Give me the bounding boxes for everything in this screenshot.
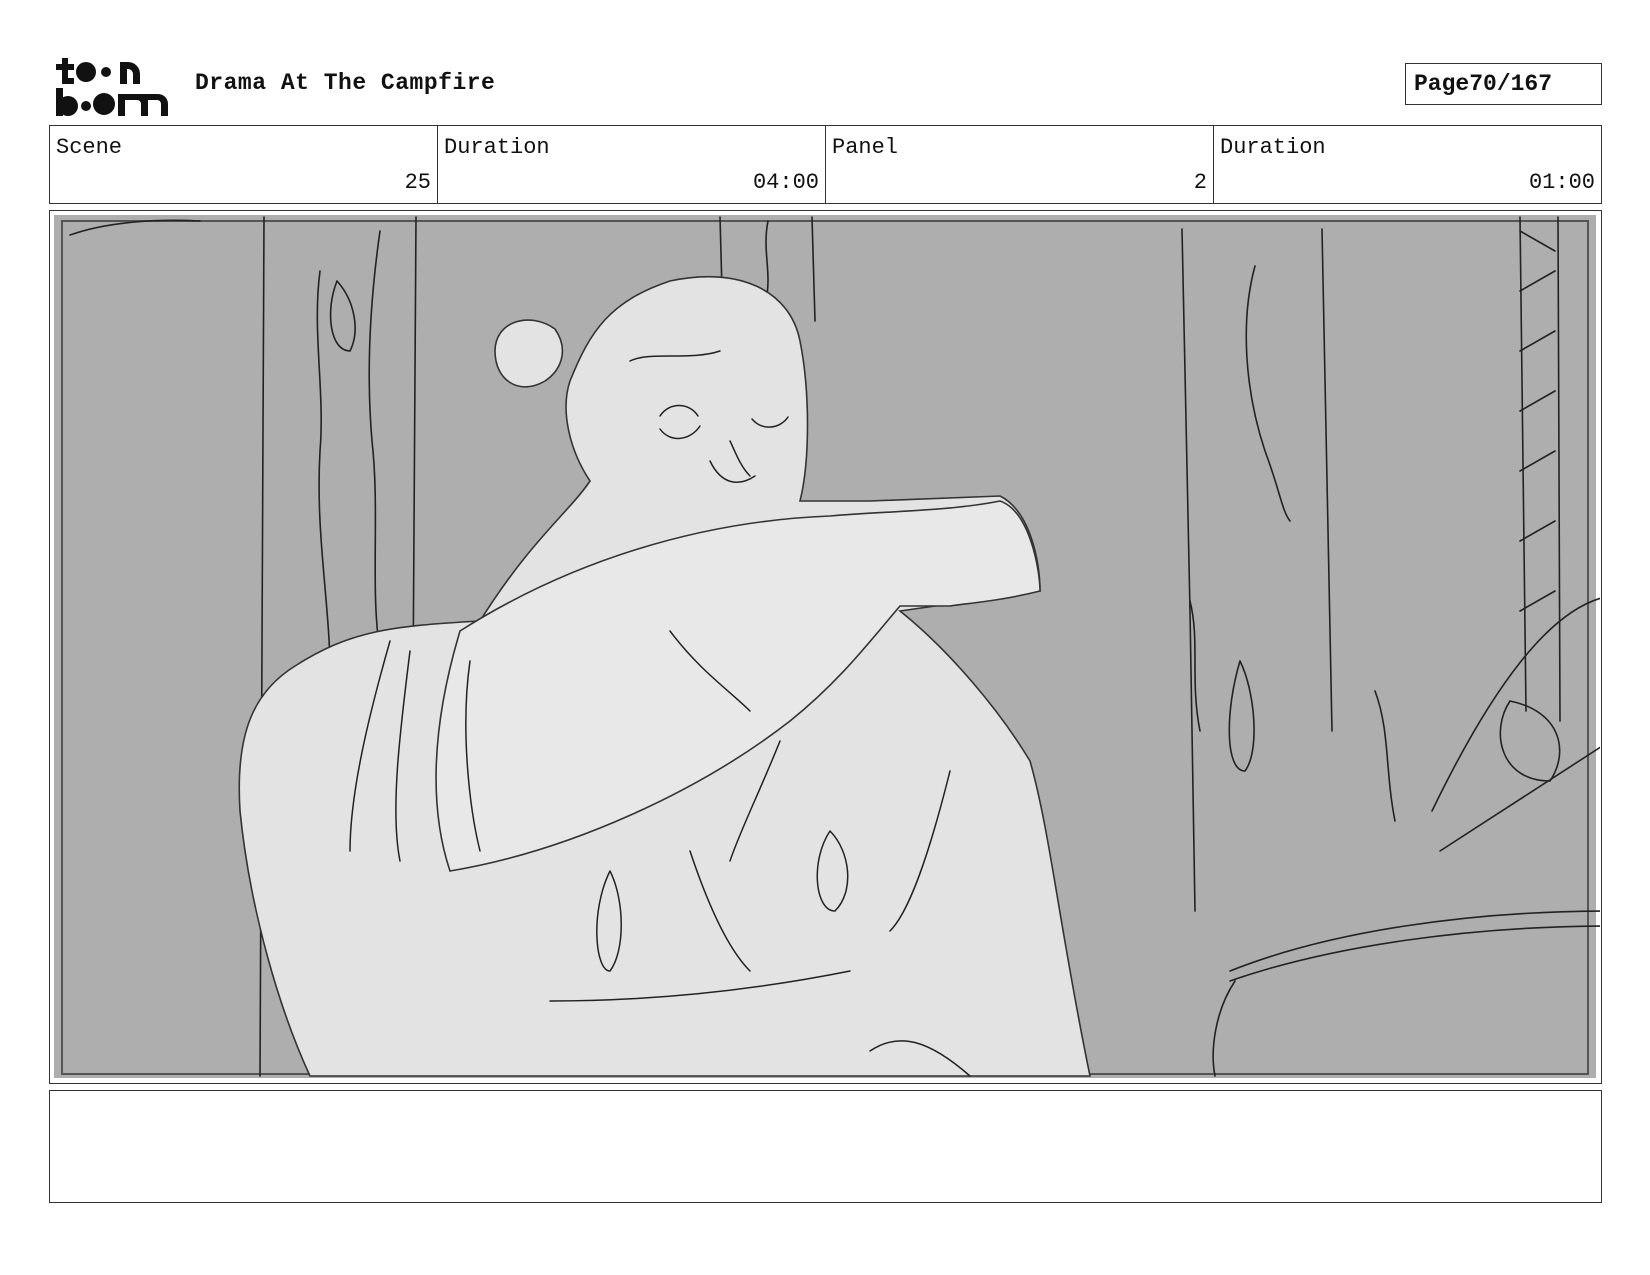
scene-duration-value: 04:00: [752, 170, 819, 195]
page-value: 70/167: [1469, 71, 1553, 97]
panel-cell: Panel 2: [826, 126, 1214, 203]
scene-info-row: Scene 25 Duration 04:00 Panel 2 Duration…: [49, 125, 1602, 204]
scene-label: Scene: [56, 135, 123, 160]
panel-duration-value: 01:00: [1528, 170, 1595, 195]
toonboom-logo: [54, 54, 172, 118]
scene-value: 25: [404, 170, 431, 195]
panel-duration-cell: Duration 01:00: [1214, 126, 1601, 203]
storyboard-title: Drama At The Campfire: [195, 70, 496, 96]
panel-notes: [49, 1090, 1602, 1203]
panel-value: 2: [1193, 170, 1207, 195]
storyboard-panel: [49, 210, 1602, 1084]
page-counter: Page 70/167: [1405, 63, 1602, 105]
scene-duration-cell: Duration 04:00: [438, 126, 826, 203]
scene-duration-label: Duration: [444, 135, 550, 160]
page-label: Page: [1414, 71, 1470, 97]
panel-duration-label: Duration: [1220, 135, 1326, 160]
panel-sketch: [54, 215, 1600, 1078]
panel-label: Panel: [832, 135, 899, 160]
scene-cell: Scene 25: [50, 126, 438, 203]
